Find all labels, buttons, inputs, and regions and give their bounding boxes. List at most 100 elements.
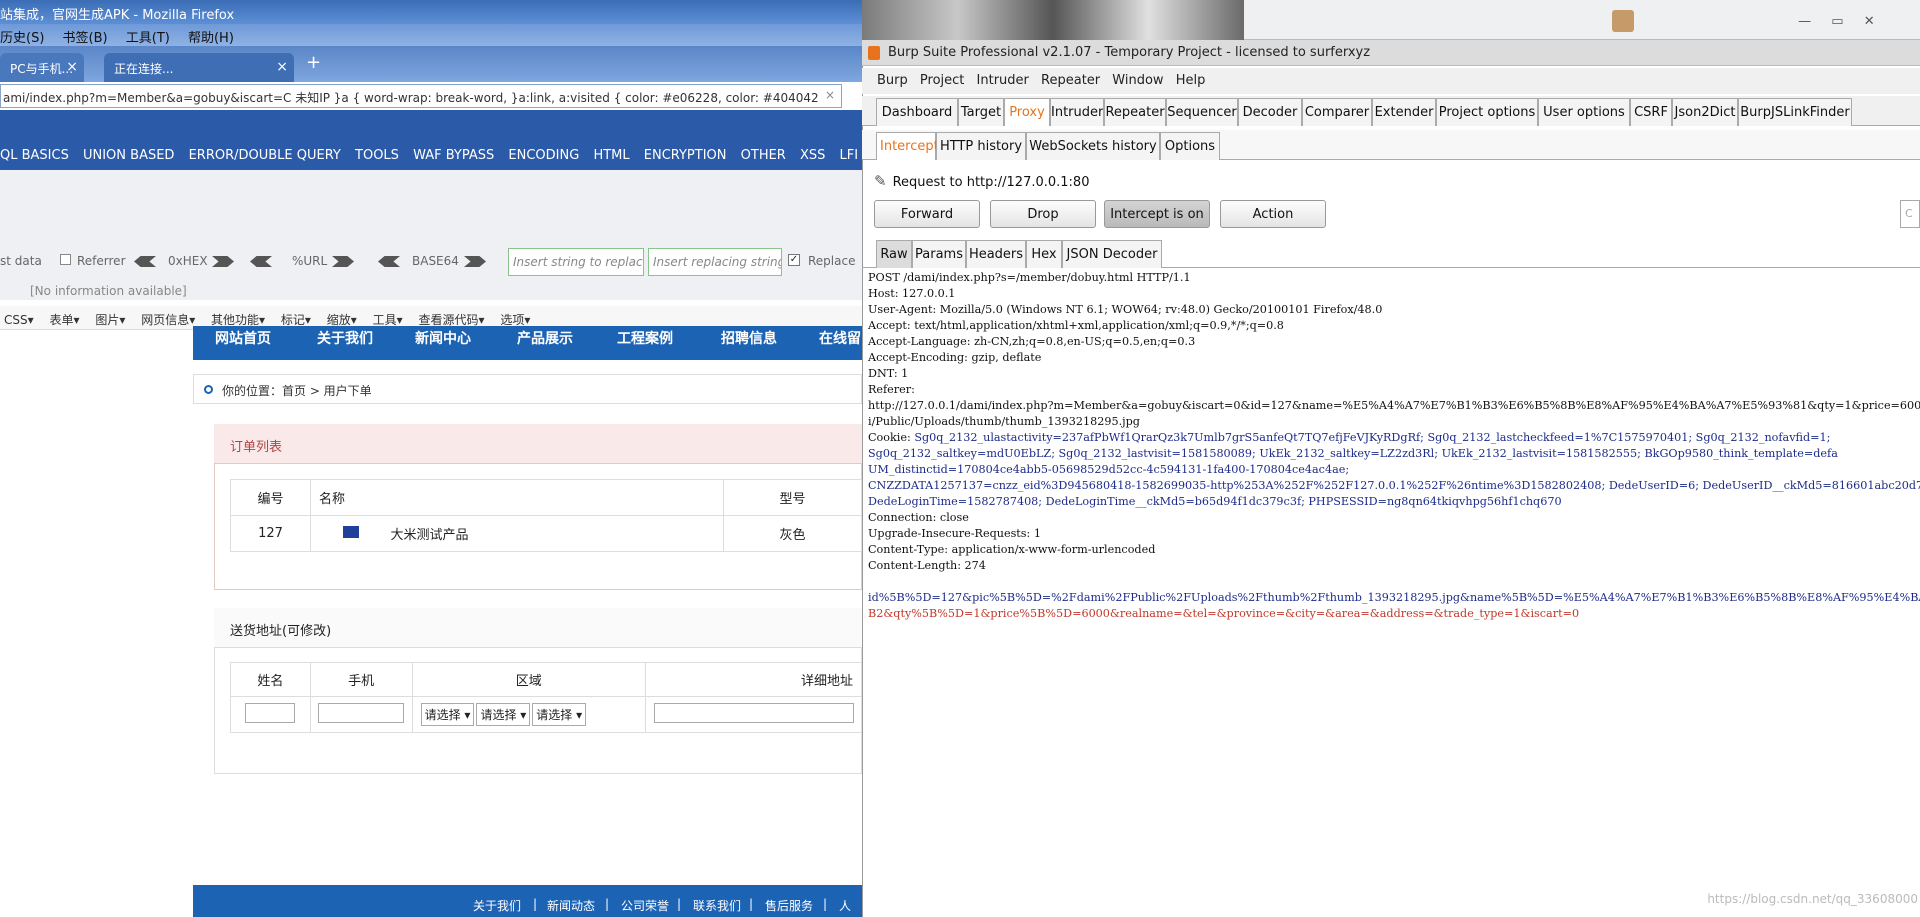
tab-dashboard[interactable]: Dashboard [876,98,958,126]
tab-proxy[interactable]: Proxy [1004,98,1050,126]
tab-project-options[interactable]: Project options [1436,98,1538,126]
tab-user-options[interactable]: User options [1538,98,1630,126]
url-bar[interactable]: ami/index.php?m=Member&a=gobuy&iscart=C … [0,84,842,108]
base64-encode-icon[interactable] [464,256,486,267]
menu-repeater[interactable]: Repeater [1041,68,1100,88]
menu-burp[interactable]: Burp [877,68,908,88]
menu-window[interactable]: Window [1112,68,1163,88]
footer-about[interactable]: 关于我们 [473,897,521,914]
replace-checkbox[interactable]: ✓ [788,254,800,266]
subtab-intercept[interactable]: Intercept [876,132,939,160]
hackbar-error-query[interactable]: ERROR/DOUBLE QUERY [189,148,341,163]
subtab-http-history[interactable]: HTTP history [936,132,1026,160]
insert-string-input[interactable]: Insert string to replace [508,248,644,276]
site-nav-jobs[interactable]: 招聘信息 [721,328,777,348]
menu-item-bookmarks[interactable]: 书签(B) [63,24,108,46]
url-decode-icon[interactable] [250,256,272,267]
view-tab-raw[interactable]: Raw [876,240,912,268]
subtab-options[interactable]: Options [1160,132,1220,160]
hackbar-sql-basics[interactable]: QL BASICS [0,148,69,163]
menu-item-tools[interactable]: 工具(T) [126,24,170,46]
realname-input[interactable] [245,702,296,723]
search-input[interactable]: C [1900,200,1920,228]
footer-contact[interactable]: 联系我们 [693,897,741,914]
url-encode-icon[interactable] [332,256,354,267]
browser-tab-active[interactable]: 正在连接... × [104,53,294,82]
menu-intruder[interactable]: Intruder [977,68,1029,88]
menu-item-history[interactable]: 历史(S) [0,24,44,46]
drop-button[interactable]: Drop [990,200,1096,228]
menu-project[interactable]: Project [920,68,964,88]
menu-item-help[interactable]: 帮助(H) [188,24,234,46]
browser-tab[interactable]: PC与手机... × [0,53,84,82]
footer-honor[interactable]: 公司荣誉 [621,897,669,914]
request-editor[interactable]: POST /dami/index.php?s=/member/dobuy.htm… [868,270,1920,870]
site-nav-cases[interactable]: 工程案例 [617,328,673,348]
view-tab-params[interactable]: Params [912,240,966,268]
toolbar-tools[interactable]: 工具▾ [373,306,403,328]
tab-extender[interactable]: Extender [1372,98,1436,126]
hackbar-encoding[interactable]: ENCODING [508,148,579,163]
tab-close-icon[interactable]: × [276,59,288,75]
maximize-icon[interactable]: ▭ [1831,14,1843,29]
tab-decoder[interactable]: Decoder [1238,98,1302,126]
site-nav-news[interactable]: 新闻中心 [415,328,471,348]
toolbar-misc[interactable]: 其他功能▾ [211,306,265,328]
menu-help[interactable]: Help [1176,68,1206,88]
site-nav-home[interactable]: 网站首页 [215,328,271,348]
forward-button[interactable]: Forward [874,200,980,228]
toolbar-css[interactable]: CSS▾ [4,308,34,327]
tab-csrf[interactable]: CSRF [1630,98,1672,126]
toolbar-zoom[interactable]: 缩放▾ [327,306,357,328]
base64-decode-icon[interactable] [378,256,400,267]
toolbar-outline[interactable]: 标记▾ [281,306,311,328]
tab-target[interactable]: Target [958,98,1004,126]
toolbar-images[interactable]: 图片▾ [95,306,125,328]
hex-encode-icon[interactable] [212,256,234,267]
tab-burpjslinkfinder[interactable]: BurpJSLinkFinder [1738,98,1852,126]
hackbar-tools[interactable]: TOOLS [355,148,399,163]
area-select[interactable]: 请选择 ▾ [532,703,587,726]
tel-input[interactable] [318,702,405,723]
tab-intruder[interactable]: Intruder [1050,98,1104,126]
subtab-websockets-history[interactable]: WebSockets history [1026,132,1160,160]
view-tab-headers[interactable]: Headers [966,240,1026,268]
footer-service[interactable]: 售后服务 [765,897,813,914]
site-nav-about[interactable]: 关于我们 [317,328,373,348]
hackbar-waf-bypass[interactable]: WAF BYPASS [413,148,494,163]
view-tab-hex[interactable]: Hex [1026,240,1062,268]
hackbar-xss[interactable]: XSS [800,148,825,163]
tab-comparer[interactable]: Comparer [1302,98,1372,126]
hackbar-union-based[interactable]: UNION BASED [83,148,174,163]
tab-repeater[interactable]: Repeater [1104,98,1166,126]
close-icon[interactable]: ✕ [1864,14,1875,29]
site-nav-products[interactable]: 产品展示 [517,328,573,348]
view-tab-json-decoder[interactable]: JSON Decoder [1062,240,1162,268]
hackbar-html[interactable]: HTML [593,148,629,163]
hackbar-lfi[interactable]: LFI [840,148,859,163]
city-select[interactable]: 请选择 ▾ [476,703,531,726]
intercept-toggle-button[interactable]: Intercept is on [1104,200,1210,228]
referrer-checkbox[interactable] [60,254,71,265]
hex-decode-icon[interactable] [134,256,156,267]
minimize-icon[interactable]: — [1798,14,1811,29]
pencil-icon[interactable]: ✎ [874,172,887,190]
province-select[interactable]: 请选择 ▾ [420,703,475,726]
footer-news[interactable]: 新闻动态 [547,897,595,914]
site-nav-contact[interactable]: 在线留 [819,328,861,348]
toolbar-viewsource[interactable]: 查看源代码▾ [418,306,484,328]
new-tab-button[interactable]: + [306,52,321,73]
hackbar-encryption[interactable]: ENCRYPTION [644,148,727,163]
replacing-string-input[interactable]: Insert replacing string [648,248,782,276]
action-button[interactable]: Action [1220,200,1326,228]
toolbar-options[interactable]: 选项▾ [500,306,530,328]
tab-sequencer[interactable]: Sequencer [1166,98,1238,126]
url-clear-icon[interactable]: × [825,88,835,102]
toolbar-forms[interactable]: 表单▾ [49,306,79,328]
toolbar-pageinfo[interactable]: 网页信息▾ [141,306,195,328]
tab-json2dict[interactable]: Json2Dict [1672,98,1738,126]
address-input[interactable] [654,702,855,723]
footer-more[interactable]: 人 [839,897,851,914]
tab-close-icon[interactable]: × [66,59,78,75]
hackbar-other[interactable]: OTHER [741,148,786,163]
